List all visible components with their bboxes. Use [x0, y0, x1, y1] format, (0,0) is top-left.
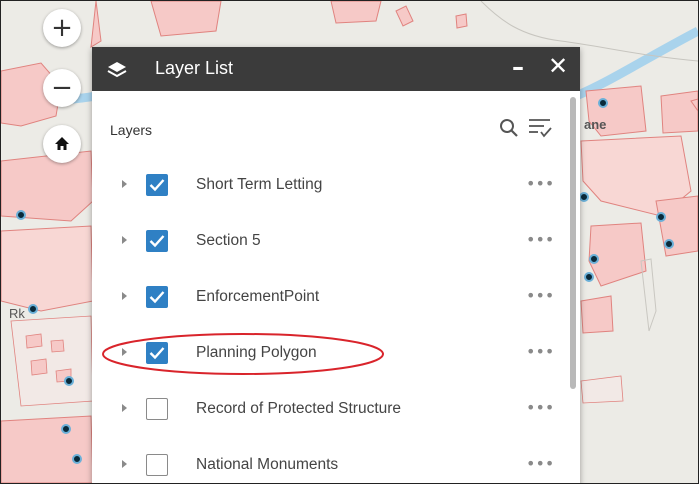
layer-list-header: Layer List – ✕: [92, 47, 580, 91]
layer-label: Section 5: [196, 232, 261, 249]
more-options-icon[interactable]: •••: [526, 174, 554, 193]
expand-caret-icon[interactable]: [122, 460, 127, 468]
layer-checkbox[interactable]: [146, 230, 168, 252]
layer-label: National Monuments: [196, 456, 339, 473]
layer-list-panel: Layer List – ✕ Layers Short Term Letting…: [92, 47, 580, 483]
home-icon: [55, 137, 69, 150]
close-button[interactable]: ✕: [548, 52, 568, 80]
more-options-icon[interactable]: •••: [526, 398, 554, 417]
layer-checkbox[interactable]: [146, 454, 168, 476]
zoom-in-label: +: [51, 13, 73, 43]
filter-list-icon[interactable]: [528, 117, 552, 139]
map-frame: Rk ane + − Layer List – ✕ Layers Short T…: [0, 0, 699, 484]
checkmark-icon: [149, 291, 165, 304]
layers-icon: [107, 62, 127, 78]
layer-checkbox[interactable]: [146, 286, 168, 308]
layers-section-label: Layers: [110, 122, 153, 138]
search-icon[interactable]: [499, 118, 519, 138]
layer-checkbox[interactable]: [146, 398, 168, 420]
checkmark-icon: [149, 179, 165, 192]
layer-checkbox[interactable]: [146, 174, 168, 196]
layer-row-enforcement-point[interactable]: EnforcementPoint •••: [92, 278, 568, 318]
minimize-button[interactable]: –: [512, 53, 524, 81]
zoom-in-button[interactable]: +: [43, 9, 81, 47]
expand-caret-icon[interactable]: [122, 292, 127, 300]
more-options-icon[interactable]: •••: [526, 342, 554, 361]
map-label-right: ane: [584, 117, 606, 132]
checkmark-icon: [149, 235, 165, 248]
zoom-out-button[interactable]: −: [43, 69, 81, 107]
more-options-icon[interactable]: •••: [526, 230, 554, 249]
layer-row-section-5[interactable]: Section 5 •••: [92, 222, 568, 262]
layer-row-short-term-letting[interactable]: Short Term Letting •••: [92, 166, 568, 206]
highlight-ellipse: [102, 333, 384, 375]
zoom-out-label: −: [51, 73, 73, 103]
more-options-icon[interactable]: •••: [526, 286, 554, 305]
layer-row-national-monuments[interactable]: National Monuments •••: [92, 446, 568, 483]
map-label-left: Rk: [9, 306, 25, 321]
scrollbar-thumb[interactable]: [570, 97, 576, 389]
layer-row-record-of-protected-structure[interactable]: Record of Protected Structure •••: [92, 390, 568, 430]
expand-caret-icon[interactable]: [122, 404, 127, 412]
layer-label: Short Term Letting: [196, 176, 323, 193]
expand-caret-icon[interactable]: [122, 236, 127, 244]
layer-label: Record of Protected Structure: [196, 400, 402, 417]
more-options-icon[interactable]: •••: [526, 454, 554, 473]
panel-title: Layer List: [155, 58, 234, 78]
layer-label: EnforcementPoint: [196, 288, 320, 305]
home-button[interactable]: [43, 125, 81, 163]
expand-caret-icon[interactable]: [122, 180, 127, 188]
